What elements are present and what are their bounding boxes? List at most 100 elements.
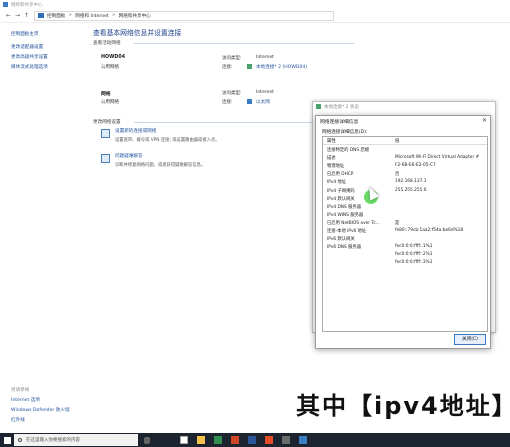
control-panel-icon	[38, 13, 44, 18]
sidebar-item-media[interactable]: 媒体流式处理选项	[11, 64, 48, 70]
wifi-icon	[247, 64, 252, 69]
crumb-separator: >	[111, 13, 116, 18]
table-row[interactable]: fec0:0:0:ffff::3%1	[323, 260, 487, 268]
row-property: 已启用 NetBIOS over Tc...	[327, 220, 380, 226]
connection-link[interactable]: 本地连接* 2 (HOWD04)	[256, 64, 307, 70]
search-icon	[18, 438, 22, 442]
network-type: 公用网络	[101, 65, 119, 70]
row-value: fec0:0:0:ffff::3%1	[395, 260, 433, 266]
row-property: IPv4 子网掩码	[327, 188, 355, 194]
app-icon[interactable]	[265, 436, 273, 444]
window-titlebar: 网络和共享中心	[0, 0, 510, 9]
see-also-infrared[interactable]: 红外线	[11, 417, 25, 423]
window-title: 网络和共享中心	[11, 2, 43, 8]
ethernet-icon	[247, 99, 252, 104]
forward-arrow-icon[interactable]: →	[13, 12, 22, 19]
table-row[interactable]: IPv6 默认网关	[323, 236, 487, 244]
row-property: 描述	[327, 156, 336, 162]
access-type-value: Internet	[256, 55, 274, 60]
task-description: 诊断并修复网络问题，或者获得疑难解答信息。	[115, 163, 206, 168]
sidebar-item-home[interactable]: 控制面板主页	[11, 31, 39, 37]
network-type: 公用网络	[101, 100, 119, 105]
row-property: 连接-本地 IPv6 地址	[327, 229, 367, 234]
sidebar-item-sharing[interactable]: 更改高级共享设置	[11, 54, 48, 60]
row-property: IPv4 默认网关	[327, 196, 355, 202]
back-arrow-icon[interactable]: ←	[4, 12, 13, 19]
access-type-value: Internet	[256, 90, 274, 95]
table-row[interactable]: IPv4 默认网关	[323, 196, 487, 204]
task-troubleshoot[interactable]: 问题疑难解答	[115, 153, 143, 159]
sidebar: 控制面板主页 更改适配器设置 更改高级共享设置 媒体流式处理选项 另请参阅 In…	[0, 23, 86, 433]
table-row[interactable]: IPv6 DNS 服务器 fec0:0:0:ffff::1%1	[323, 244, 487, 252]
file-explorer-icon[interactable]	[197, 436, 205, 444]
word-icon[interactable]	[248, 436, 256, 444]
row-property: IPv4 地址	[327, 180, 347, 186]
row-property: IPv6 默认网关	[327, 237, 355, 243]
search-placeholder: 在这里输入你要搜索的内容	[26, 438, 80, 443]
network-center-icon	[3, 2, 8, 7]
table-row[interactable]: 已启用 NetBIOS over Tc... 是	[323, 220, 487, 228]
access-type-label: 访问类型:	[222, 91, 242, 96]
table-header: 属性 值	[323, 137, 487, 145]
row-value: 192.168.137.1	[395, 179, 427, 185]
active-networks-header: 查看活动网络	[93, 41, 121, 46]
taskbar: 在这里输入你要搜索的内容	[0, 433, 510, 447]
row-property: IPv6 DNS 服务器	[327, 245, 362, 251]
connection-link[interactable]: 以太网	[256, 99, 270, 105]
wifi-icon	[316, 104, 321, 109]
table-row[interactable]: IPv4 WINS 服务器	[323, 212, 487, 220]
row-value: fec0:0:0:ffff::1%1	[395, 244, 433, 250]
row-property: IPv4 WINS 服务器	[327, 212, 364, 218]
column-property: 属性	[327, 139, 336, 144]
see-also-header: 另请参阅	[11, 388, 30, 393]
close-icon[interactable]: ✕	[482, 117, 487, 124]
row-value: Microsoft Wi-Fi Direct Virtual Adapter #	[395, 155, 480, 161]
crumb-separator: >	[68, 13, 73, 18]
network-taskbar-icon[interactable]	[299, 436, 307, 444]
row-property: IPv4 DNS 服务器	[327, 204, 362, 210]
task-view-icon[interactable]	[180, 436, 188, 444]
table-row[interactable]: 连接-本地 IPv6 地址 fe80::79cb:1aa2:f54a:be6d%1…	[323, 228, 487, 236]
excel-icon[interactable]	[214, 436, 222, 444]
crumb-network-center[interactable]: 网络和共享中心	[119, 13, 151, 19]
cursor-highlight	[364, 184, 380, 204]
table-row[interactable]: IPv4 子网掩码 255.255.255.0	[323, 188, 487, 196]
table-row[interactable]: 连接特定的 DNS 后缀	[323, 147, 487, 155]
status-window-titlebar: 本地连接* 2 状态	[313, 102, 495, 111]
network-name: 网络	[101, 92, 111, 97]
sidebar-item-adapter[interactable]: 更改适配器设置	[11, 44, 43, 50]
taskbar-search[interactable]: 在这里输入你要搜索的内容	[14, 434, 138, 446]
new-connection-icon	[101, 129, 110, 138]
close-button[interactable]: 关闭(C)	[454, 334, 486, 345]
see-also-firewall[interactable]: Windows Defender 防火墙	[11, 407, 70, 413]
address-bar: ← → ↑ 控制面板 > 网络和 Internet > 网络和共享中心	[0, 9, 510, 23]
breadcrumb[interactable]: 控制面板 > 网络和 Internet > 网络和共享中心	[34, 10, 334, 21]
table-row[interactable]: 描述 Microsoft Wi-Fi Direct Virtual Adapter…	[323, 155, 487, 163]
row-value: fe80::79cb:1aa2:f54a:be6d%18	[395, 228, 464, 233]
row-property: 物理地址	[327, 164, 345, 170]
change-settings-header: 更改网络设置	[93, 120, 121, 125]
table-row[interactable]: 物理地址 F2-6B-E6-E2-05-C7	[323, 163, 487, 171]
details-table[interactable]: 属性 值 连接特定的 DNS 后缀 描述 Microsoft Wi-Fi Direc…	[322, 136, 488, 332]
see-also-internet-options[interactable]: Internet 选项	[11, 397, 40, 403]
table-row[interactable]: IPv4 DNS 服务器	[323, 204, 487, 212]
powerpoint-icon[interactable]	[231, 436, 239, 444]
crumb-network-internet[interactable]: 网络和 Internet	[75, 13, 108, 19]
microphone-icon[interactable]	[144, 436, 150, 444]
column-value: 值	[395, 139, 400, 144]
control-panel-taskbar-icon[interactable]	[282, 436, 290, 444]
network-name: HOWD04	[101, 55, 126, 60]
row-value: 255.255.255.0	[395, 187, 427, 193]
connection-label: 连接:	[222, 100, 233, 105]
task-description: 设置宽带、拨号或 VPN 连接; 或设置路由器或接入点。	[115, 138, 220, 143]
table-row[interactable]: IPv4 地址 192.168.137.1	[323, 179, 487, 187]
troubleshoot-icon	[101, 154, 110, 163]
row-value: 是	[395, 220, 400, 226]
up-arrow-icon[interactable]: ↑	[22, 12, 31, 19]
start-button[interactable]	[0, 433, 14, 447]
row-property: 连接特定的 DNS 后缀	[327, 148, 370, 153]
task-new-connection[interactable]: 设置新的连接或网络	[115, 128, 156, 134]
row-property: 已启用 DHCP	[327, 172, 354, 178]
crumb-control-panel[interactable]: 控制面板	[47, 13, 65, 19]
row-value: fec0:0:0:ffff::2%1	[395, 252, 433, 258]
